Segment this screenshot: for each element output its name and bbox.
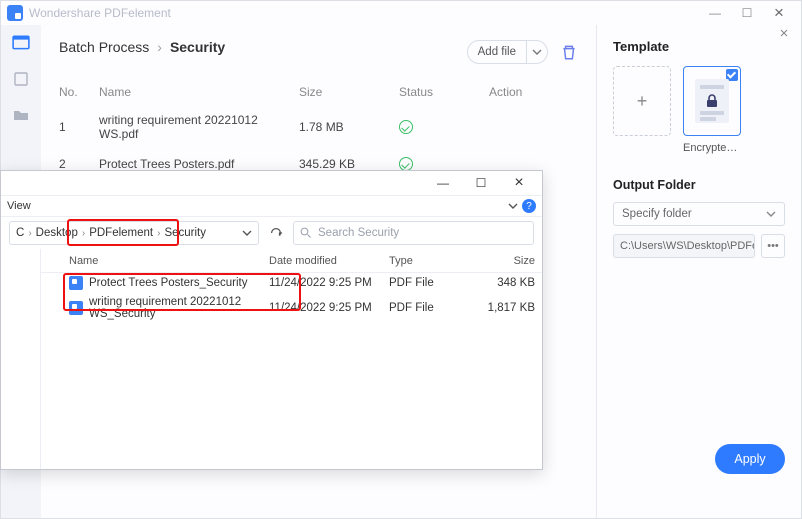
row-name: Protect Trees Posters.pdf <box>99 157 299 171</box>
search-icon <box>300 227 312 239</box>
chevron-down-icon <box>766 209 776 219</box>
breadcrumb-current: Security <box>170 39 225 55</box>
file-table: No. Name Size Status Action 1 writing re… <box>59 79 578 179</box>
template-panel: × Template + <box>596 25 801 518</box>
row-status <box>399 157 489 171</box>
sidebar-item-home-icon[interactable] <box>11 35 31 51</box>
success-icon <box>399 157 413 171</box>
dropdown-icon[interactable] <box>242 228 252 238</box>
file-size: 1,817 KB <box>467 302 535 314</box>
address-path[interactable]: C › Desktop › PDFelement › Security <box>9 221 259 245</box>
explorer-col-size[interactable]: Size <box>467 255 535 267</box>
list-item[interactable]: writing requirement 20221012 WS_Security… <box>41 293 542 323</box>
path-seg-security[interactable]: Security <box>164 227 206 239</box>
breadcrumb-root[interactable]: Batch Process <box>59 39 149 55</box>
titlebar: Wondershare PDFelement — ☐ × <box>1 1 801 25</box>
path-seg-desktop[interactable]: Desktop <box>36 227 78 239</box>
output-folder-heading: Output Folder <box>613 178 785 192</box>
view-tab[interactable]: View <box>7 200 31 212</box>
explorer-col-name[interactable]: Name <box>69 255 269 267</box>
add-template-button[interactable]: + <box>613 66 671 136</box>
pdf-file-icon <box>69 276 83 290</box>
delete-icon[interactable] <box>560 43 578 61</box>
sidebar-item-folder-icon[interactable] <box>11 107 31 123</box>
explorer-nav-pane[interactable] <box>1 249 41 469</box>
explorer-address-bar: C › Desktop › PDFelement › Security Search … <box>1 217 542 249</box>
encrypted-template-button[interactable] <box>683 66 741 136</box>
close-window-button[interactable]: × <box>763 3 795 23</box>
col-name: Name <box>99 85 299 99</box>
row-no: 1 <box>59 120 99 134</box>
panel-close-button[interactable]: × <box>773 22 795 44</box>
explorer-minimize-button[interactable]: — <box>424 171 462 195</box>
explorer-titlebar: — ☐ × <box>1 171 542 195</box>
lock-icon <box>704 93 720 109</box>
sidebar-item-files-icon[interactable] <box>11 71 31 87</box>
col-no: No. <box>59 85 99 99</box>
apply-label: Apply <box>734 452 765 466</box>
file-size: 348 KB <box>467 277 535 289</box>
col-status: Status <box>399 85 489 99</box>
app-logo-icon <box>7 5 23 21</box>
file-name: Protect Trees Posters_Security <box>89 277 248 289</box>
app-title: Wondershare PDFelement <box>29 6 171 20</box>
path-seg-root[interactable]: C <box>16 227 24 239</box>
output-folder-select[interactable]: Specify folder <box>613 202 785 226</box>
template-heading: Template <box>613 39 785 54</box>
list-item[interactable]: Protect Trees Posters_Security 11/24/202… <box>41 273 542 293</box>
col-size: Size <box>299 85 399 99</box>
file-type: PDF File <box>389 277 467 289</box>
file-date: 11/24/2022 9:25 PM <box>269 302 389 314</box>
add-file-dropdown-icon[interactable] <box>527 47 547 57</box>
refresh-button[interactable] <box>265 226 287 240</box>
output-folder-select-label: Specify folder <box>622 208 692 220</box>
success-icon <box>399 120 413 134</box>
explorer-col-date[interactable]: Date modified <box>269 255 389 267</box>
add-file-button[interactable]: Add file <box>467 40 548 64</box>
explorer-search-input[interactable]: Search Security <box>293 221 534 245</box>
browse-folder-button[interactable]: ••• <box>761 234 785 258</box>
help-icon[interactable]: ? <box>522 199 536 213</box>
maximize-button[interactable]: ☐ <box>731 3 763 23</box>
explorer-file-list: Name Date modified Type Size Protect Tre… <box>41 249 542 469</box>
minimize-button[interactable]: — <box>699 3 731 23</box>
chevron-down-icon[interactable] <box>508 201 518 211</box>
document-icon <box>695 79 729 123</box>
path-seg-pdfelement[interactable]: PDFelement <box>89 227 153 239</box>
explorer-col-type[interactable]: Type <box>389 255 467 267</box>
file-name: writing requirement 20221012 WS_Security <box>89 296 269 320</box>
row-status <box>399 120 489 134</box>
chevron-right-icon: › <box>82 228 85 239</box>
output-folder-path-text: C:\Users\WS\Desktop\PDFelement\Sec <box>620 240 755 252</box>
explorer-maximize-button[interactable]: ☐ <box>462 171 500 195</box>
apply-button[interactable]: Apply <box>715 444 785 474</box>
explorer-ribbon: View ? <box>1 195 542 217</box>
table-row[interactable]: 1 writing requirement 20221012 WS.pdf 1.… <box>59 105 578 149</box>
row-size: 1.78 MB <box>299 120 399 134</box>
breadcrumb: Batch Process › Security <box>59 39 225 55</box>
output-folder-path-field[interactable]: C:\Users\WS\Desktop\PDFelement\Sec <box>613 234 755 258</box>
explorer-close-button[interactable]: × <box>500 171 538 195</box>
search-placeholder: Search Security <box>318 227 399 239</box>
chevron-right-icon: › <box>28 228 31 239</box>
row-size: 345.29 KB <box>299 157 399 171</box>
col-action: Action <box>489 85 549 99</box>
file-date: 11/24/2022 9:25 PM <box>269 277 389 289</box>
add-file-label: Add file <box>468 41 527 63</box>
chevron-right-icon: › <box>157 39 162 55</box>
row-no: 2 <box>59 157 99 171</box>
chevron-right-icon: › <box>157 228 160 239</box>
row-name: writing requirement 20221012 WS.pdf <box>99 113 299 141</box>
file-explorer-window: — ☐ × View ? C › Desktop › PDFelement › Sec… <box>0 170 543 470</box>
file-type: PDF File <box>389 302 467 314</box>
encrypted-template-label: Encrypted ... <box>683 142 741 154</box>
pdf-file-icon <box>69 301 83 315</box>
